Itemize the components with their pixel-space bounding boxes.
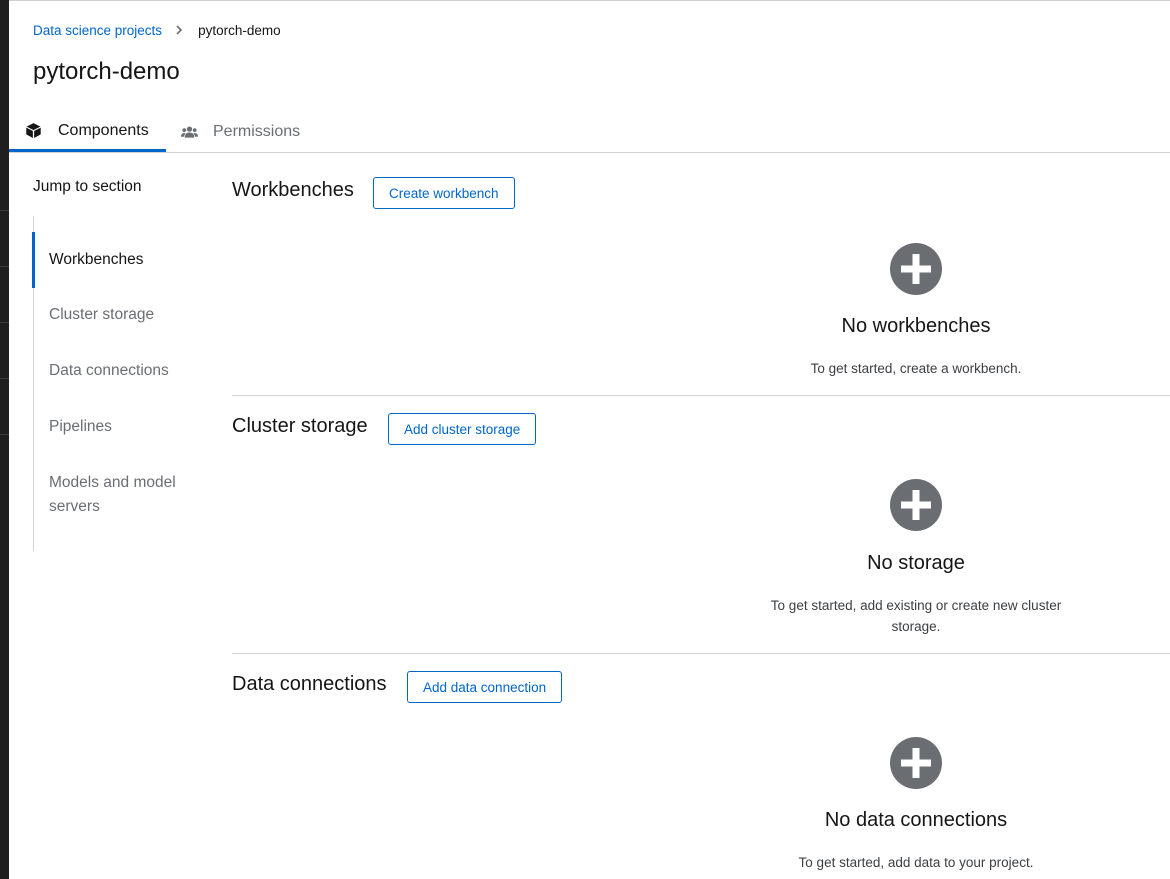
- section-title: Cluster storage: [232, 415, 368, 437]
- add-cluster-storage-button[interactable]: Add cluster storage: [388, 413, 537, 445]
- breadcrumb-current: pytorch-demo: [198, 22, 281, 38]
- tab-permissions[interactable]: Permissions: [181, 112, 300, 152]
- create-workbench-button[interactable]: Create workbench: [373, 177, 515, 209]
- section-divider: [232, 653, 1170, 654]
- jump-link-models[interactable]: Models and model servers: [34, 471, 199, 519]
- plus-circle-icon: [890, 479, 942, 531]
- plus-circle-icon: [890, 737, 942, 789]
- jump-to-section-title: Jump to section: [33, 178, 142, 195]
- tab-label: Components: [58, 121, 149, 139]
- empty-state-body: To get started, add existing or create n…: [770, 598, 1062, 634]
- tab-label: Permissions: [213, 123, 301, 140]
- section-workbenches: Workbenches Create workbench No workbenc…: [232, 176, 1170, 396]
- plus-circle-icon: [890, 243, 942, 295]
- left-edge-strip: [0, 0, 9, 879]
- empty-state-title: No workbenches: [841, 315, 991, 337]
- jump-link-data-connections[interactable]: Data connections: [34, 359, 209, 383]
- section-title: Data connections: [232, 673, 387, 695]
- empty-state-body: To get started, create a workbench.: [810, 361, 1022, 376]
- jump-link-workbenches[interactable]: Workbenches: [32, 232, 209, 288]
- empty-state-title: No data connections: [824, 809, 1008, 831]
- section-title: Workbenches: [232, 179, 354, 201]
- page-title: pytorch-demo: [33, 58, 180, 85]
- section-cluster-storage: Cluster storage Add cluster storage No s…: [232, 412, 1170, 654]
- users-icon: [181, 124, 198, 141]
- breadcrumb: Data science projects pytorch-demo: [33, 20, 281, 40]
- jump-to-section-nav: Workbenches Cluster storage Data connect…: [32, 216, 204, 551]
- tab-components[interactable]: Components: [9, 112, 166, 152]
- jump-link-pipelines[interactable]: Pipelines: [34, 415, 209, 439]
- tab-bar: Components Permissions: [9, 112, 1170, 153]
- jump-link-cluster-storage[interactable]: Cluster storage: [34, 303, 209, 327]
- chevron-right-icon: [171, 22, 187, 38]
- add-data-connection-button[interactable]: Add data connection: [407, 671, 563, 703]
- section-divider: [232, 395, 1170, 396]
- empty-state-body: To get started, add data to your project…: [798, 855, 1034, 870]
- section-data-connections: Data connections Add data connection No …: [232, 670, 1170, 879]
- empty-state-title: No storage: [867, 552, 965, 574]
- top-border: [9, 0, 1170, 1]
- breadcrumb-link-projects[interactable]: Data science projects: [33, 23, 162, 38]
- cube-icon: [25, 122, 42, 139]
